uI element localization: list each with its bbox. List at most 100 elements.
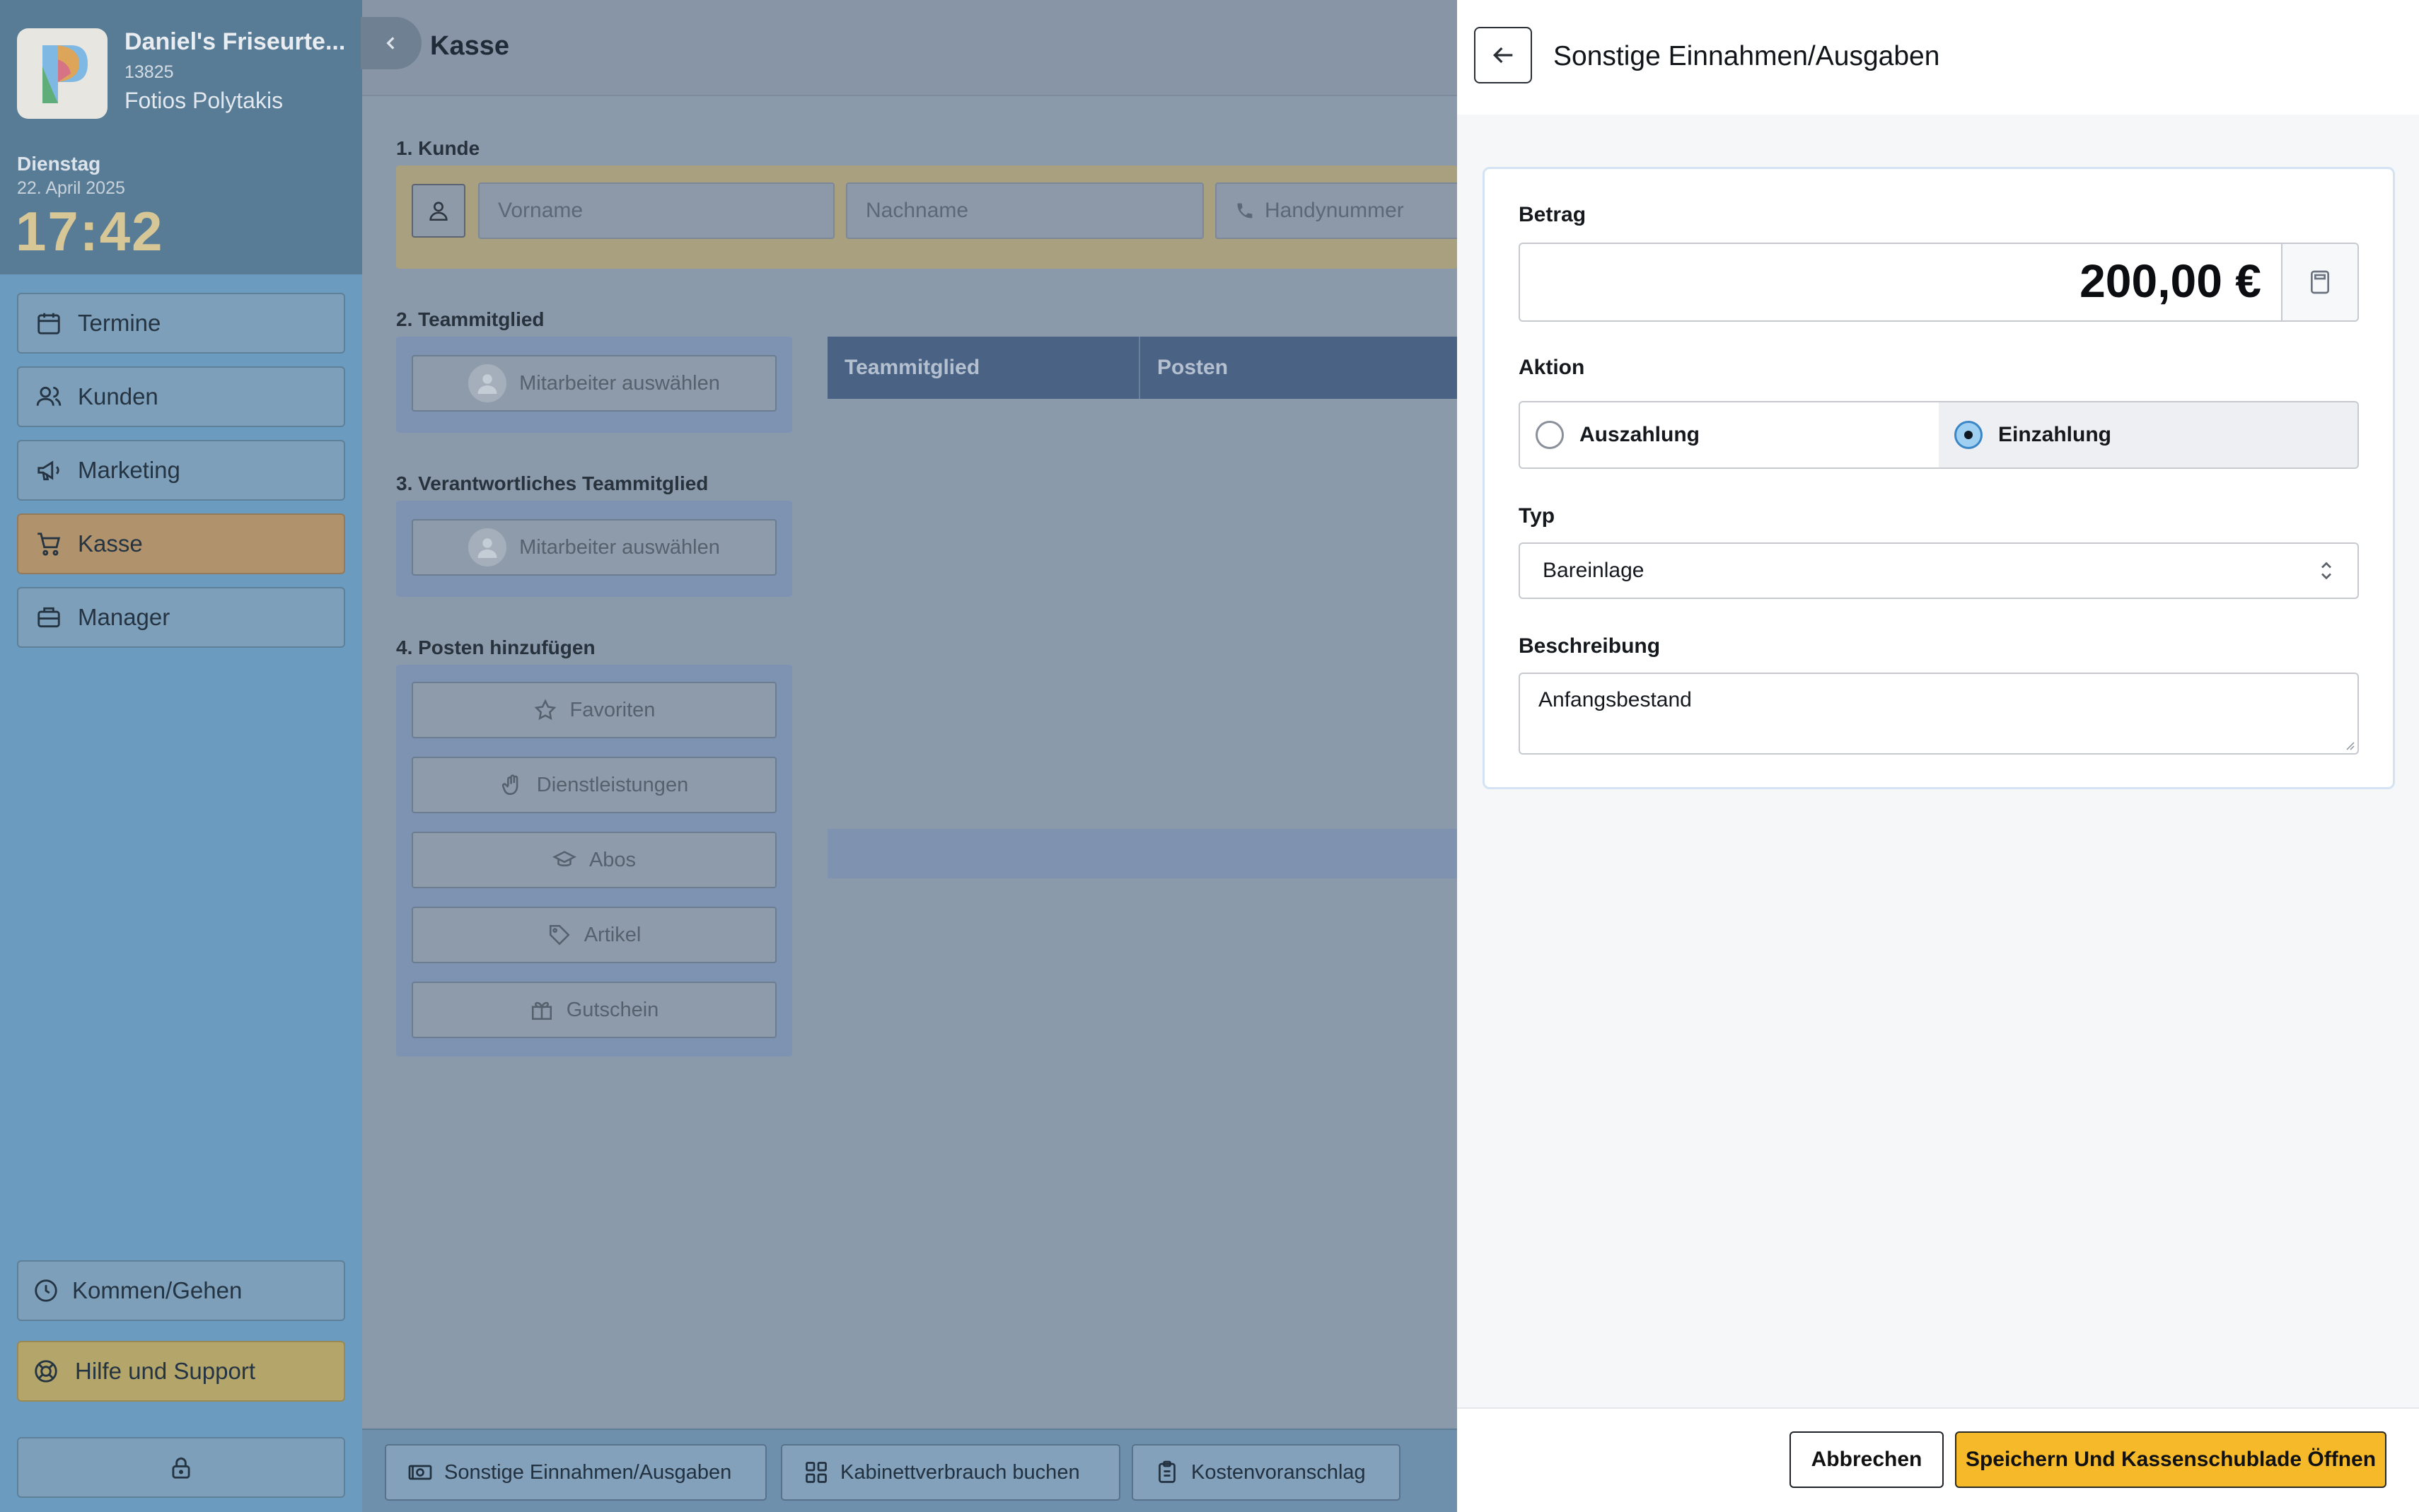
cabinet-consumption-label: Kabinettverbrauch buchen <box>840 1460 1080 1484</box>
radio-auszahlung[interactable]: Auszahlung <box>1520 402 1939 467</box>
radio-auszahlung-label: Auszahlung <box>1579 423 1700 446</box>
calendar-icon <box>37 313 60 335</box>
kommen-gehen-label: Kommen/Gehen <box>72 1277 243 1303</box>
firstname-input[interactable]: Vorname <box>478 182 835 239</box>
sidebar-header: Daniel's Friseurte... 13825 Fotios Polyt… <box>0 0 362 274</box>
resize-handle-icon[interactable] <box>2343 739 2355 750</box>
select-employee-label: Mitarbeiter auswählen <box>519 371 720 395</box>
select-responsible-button[interactable]: Mitarbeiter auswählen <box>412 519 777 576</box>
nav-kunden[interactable]: Kunden <box>17 366 345 427</box>
customer-button[interactable] <box>412 184 465 238</box>
cart-icon <box>37 533 61 556</box>
section-customer-label: 1. Kunde <box>396 137 480 159</box>
chevron-left-icon <box>386 37 395 50</box>
lastname-input[interactable]: Nachname <box>846 182 1204 239</box>
kommen-gehen-button[interactable]: Kommen/Gehen <box>17 1260 345 1321</box>
bottom-toolbar: Sonstige Einnahmen/Ausgaben Kabinettverb… <box>362 1429 1457 1512</box>
description-textarea[interactable]: Anfangsbestand <box>1519 673 2359 755</box>
amount-value: 200,00 € <box>2079 255 2261 307</box>
income-expense-sheet: Sonstige Einnahmen/Ausgaben Betrag 200,0… <box>1457 0 2419 1512</box>
nav-marketing[interactable]: Marketing <box>17 440 345 501</box>
select-employee-button[interactable]: Mitarbeiter auswählen <box>412 355 777 412</box>
help-label: Hilfe und Support <box>75 1358 255 1384</box>
app-logo <box>17 28 108 119</box>
cancel-button[interactable]: Abbrechen <box>1789 1431 1944 1488</box>
abos-button[interactable]: Abos <box>412 832 777 888</box>
arrow-left-icon <box>1492 47 1513 64</box>
lock-button[interactable] <box>17 1437 345 1498</box>
back-button[interactable] <box>1474 27 1532 83</box>
items-panel: Favoriten Dienstleistungen Abos Artikel … <box>396 665 792 1057</box>
shop-name: Daniel's Friseurte... <box>124 28 346 55</box>
hand-icon <box>501 774 518 796</box>
help-support-button[interactable]: Hilfe und Support <box>17 1341 345 1402</box>
radio-circle <box>1536 421 1564 449</box>
page-title: Kasse <box>430 31 509 61</box>
user-icon <box>477 374 497 394</box>
lock-icon <box>172 1457 190 1479</box>
sidebar: Daniel's Friseurte... 13825 Fotios Polyt… <box>0 0 362 1512</box>
type-value: Bareinlage <box>1543 559 1644 582</box>
nav-label: Marketing <box>78 457 180 483</box>
calculator-button[interactable] <box>2281 244 2357 320</box>
gift-icon <box>531 1001 552 1020</box>
nav-label: Kasse <box>78 530 143 557</box>
customer-bar: Vorname Nachname Handynummer <box>396 165 1470 269</box>
nav-manager[interactable]: Manager <box>17 587 345 648</box>
clock-icon <box>35 1279 57 1302</box>
other-income-expense-button[interactable]: Sonstige Einnahmen/Ausgaben <box>385 1444 767 1501</box>
services-button[interactable]: Dienstleistungen <box>412 757 777 813</box>
sheet-title: Sonstige Einnahmen/Ausgaben <box>1553 41 1940 71</box>
collapse-sidebar-button[interactable] <box>361 17 422 69</box>
items-table-header: Teammitglied Posten <box>828 337 1457 399</box>
phone-placeholder: Handynummer <box>1265 199 1404 222</box>
voucher-label: Gutschein <box>566 998 659 1021</box>
cabinet-consumption-button[interactable]: Kabinettverbrauch buchen <box>781 1444 1120 1501</box>
description-label: Beschreibung <box>1519 634 1661 658</box>
form-card: Betrag 200,00 € Aktion Auszahlung Einzah… <box>1483 167 2395 789</box>
grid-icon <box>806 1462 827 1483</box>
voucher-button[interactable]: Gutschein <box>412 982 777 1038</box>
phone-icon <box>1237 203 1253 219</box>
main-content: Kasse 1. Kunde Vorname Nachname Handynum… <box>361 0 1470 1512</box>
items-table-footer <box>828 829 1457 878</box>
save-open-drawer-button[interactable]: Speichern Und Kassenschublade Öffnen <box>1955 1431 2386 1488</box>
weekday: Dienstag <box>17 153 101 175</box>
megaphone-icon <box>37 460 59 481</box>
section-items-label: 4. Posten hinzufügen <box>396 636 596 658</box>
user-icon <box>477 538 497 558</box>
lifebuoy-icon <box>35 1360 57 1383</box>
nav-kasse[interactable]: Kasse <box>17 513 345 574</box>
owner-name: Fotios Polytakis <box>124 88 284 113</box>
action-label: Aktion <box>1519 356 1585 379</box>
clipboard-icon <box>1159 1460 1176 1483</box>
nav-label: Termine <box>78 310 161 336</box>
other-income-expense-label: Sonstige Einnahmen/Ausgaben <box>444 1460 732 1484</box>
column-header-teammitglied: Teammitglied <box>828 337 1140 399</box>
graduation-cap-icon <box>552 851 576 867</box>
nav-termine[interactable]: Termine <box>17 293 345 354</box>
responsible-panel: Mitarbeiter auswählen <box>396 501 792 597</box>
team-panel: Mitarbeiter auswählen <box>396 337 792 433</box>
favorites-button[interactable]: Favoriten <box>412 682 777 738</box>
cash-icon <box>408 1465 432 1480</box>
column-header-posten: Posten <box>1157 356 1229 379</box>
type-label: Typ <box>1519 504 1555 528</box>
select-responsible-label: Mitarbeiter auswählen <box>519 535 720 559</box>
type-select[interactable]: Bareinlage <box>1519 542 2359 599</box>
amount-input[interactable]: 200,00 € <box>1519 243 2359 322</box>
star-icon <box>534 699 557 721</box>
clock: 17:42 <box>16 200 164 262</box>
description-value: Anfangsbestand <box>1538 688 1692 711</box>
abos-label: Abos <box>588 848 637 871</box>
avatar <box>468 528 507 566</box>
phone-input[interactable]: Handynummer <box>1215 182 1470 239</box>
date: 22. April 2025 <box>17 178 125 198</box>
radio-einzahlung[interactable]: Einzahlung <box>1939 402 2357 467</box>
nav-label: Kunden <box>78 383 158 409</box>
cost-estimate-button[interactable]: Kostenvoranschlag <box>1132 1444 1400 1501</box>
chevron-up-down-icon <box>2321 562 2331 580</box>
avatar <box>468 364 507 402</box>
articles-button[interactable]: Artikel <box>412 907 777 963</box>
shop-id: 13825 <box>124 62 174 82</box>
